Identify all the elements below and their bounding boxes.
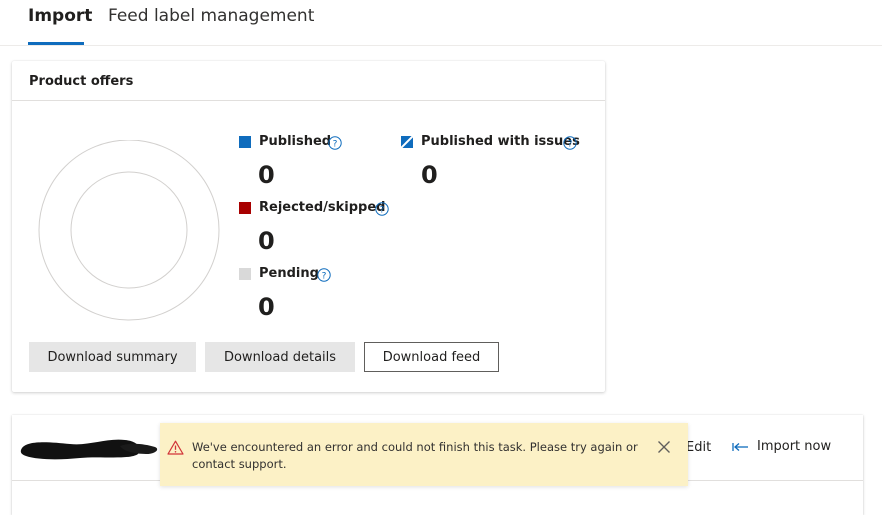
published-with-issues-count: 0 (421, 161, 438, 189)
published-swatch (239, 136, 251, 148)
published-with-issues-swatch (401, 136, 413, 148)
donut-inner-ring (70, 171, 188, 289)
pending-swatch (239, 268, 251, 280)
download-summary-button[interactable]: Download summary (29, 342, 196, 372)
toast-message: We've encountered an error and could not… (192, 440, 638, 471)
info-icon[interactable]: ? (375, 202, 389, 216)
svg-text:?: ? (568, 140, 573, 150)
product-offers-card: Product offers Published ? 0 Published w… (12, 61, 605, 392)
download-feed-button[interactable]: Download feed (364, 342, 499, 372)
tab-bar: Import Feed label management (0, 0, 882, 46)
import-arrow-icon (732, 442, 748, 451)
rejected-label: Rejected/skipped (259, 200, 386, 215)
published-count: 0 (258, 161, 275, 189)
rejected-count: 0 (258, 227, 275, 255)
import-now-label: Import now (757, 439, 832, 454)
warning-triangle-icon (167, 440, 184, 455)
svg-text:?: ? (322, 272, 327, 282)
redacted-feed-name (20, 439, 158, 460)
rejected-swatch (239, 202, 251, 214)
download-details-button[interactable]: Download details (205, 342, 355, 372)
card-divider (12, 100, 605, 101)
info-icon[interactable]: ? (317, 268, 331, 282)
published-label: Published (259, 134, 332, 149)
import-now-button[interactable]: Import now (732, 439, 831, 454)
published-with-issues-label: Published with issues (421, 134, 580, 149)
edit-link[interactable]: Edit (686, 440, 711, 455)
svg-text:?: ? (333, 140, 338, 150)
active-tab-indicator (28, 42, 84, 45)
donut-chart (38, 140, 220, 321)
info-icon[interactable]: ? (563, 136, 577, 150)
pending-count: 0 (258, 293, 275, 321)
close-icon[interactable] (657, 440, 671, 454)
pending-label: Pending (259, 266, 319, 281)
donut-outer-ring (38, 140, 220, 321)
tab-import[interactable]: Import (28, 6, 92, 26)
card-title: Product offers (29, 74, 134, 89)
error-toast: We've encountered an error and could not… (160, 423, 688, 486)
svg-text:?: ? (380, 206, 385, 216)
info-icon[interactable]: ? (328, 136, 342, 150)
tab-feed-label-management[interactable]: Feed label management (108, 6, 314, 26)
